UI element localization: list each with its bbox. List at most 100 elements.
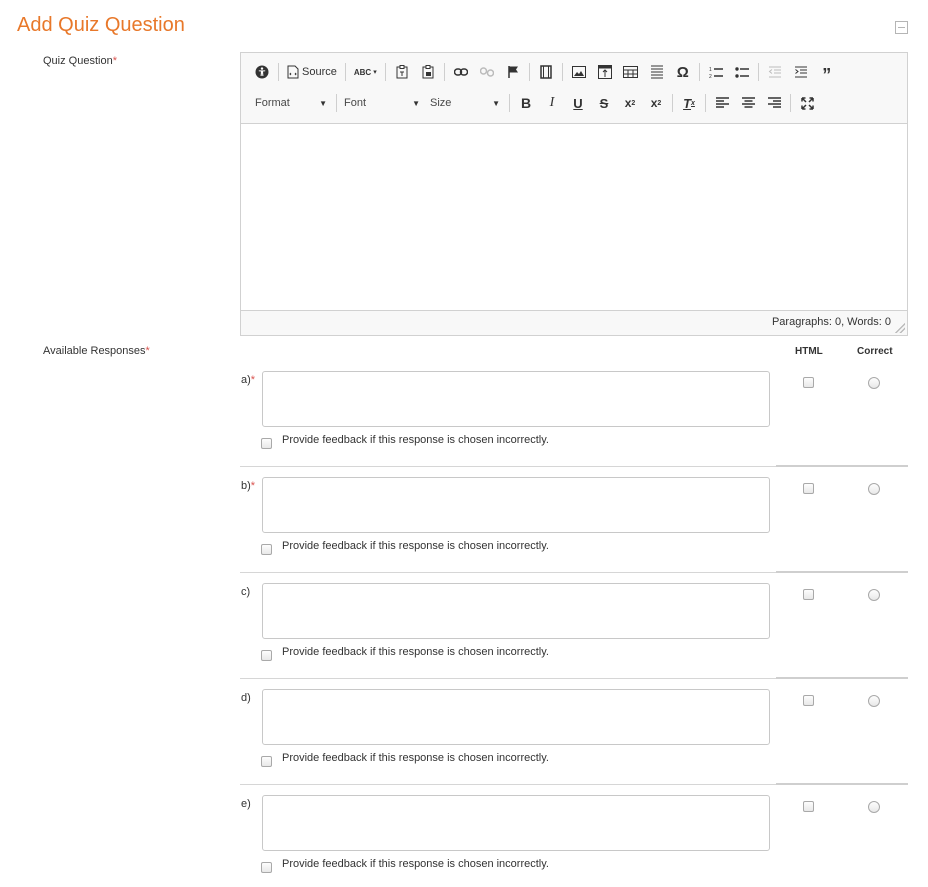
bold-icon[interactable]: B xyxy=(515,92,537,114)
response-letter: a) xyxy=(241,374,251,386)
chevron-down-icon: ▼ xyxy=(412,98,420,108)
response-e-input[interactable] xyxy=(262,795,770,851)
editor-status-bar: Paragraphs: 0, Words: 0 xyxy=(241,310,907,335)
response-e-feedback-checkbox[interactable] xyxy=(261,862,272,873)
response-c-feedback-label: Provide feedback if this response is cho… xyxy=(282,646,549,658)
correct-column-header: Correct xyxy=(857,346,893,357)
remove-format-icon[interactable]: Tx xyxy=(678,92,700,114)
outdent-icon[interactable] xyxy=(764,61,786,83)
response-a-input[interactable] xyxy=(262,371,770,427)
response-c-correct-radio[interactable] xyxy=(868,589,880,601)
anchor-flag-icon[interactable] xyxy=(502,61,524,83)
response-a-html-checkbox[interactable] xyxy=(803,377,814,388)
italic-icon[interactable]: I xyxy=(541,92,563,114)
numbered-list-icon[interactable]: 12 xyxy=(705,61,727,83)
divider-accent xyxy=(776,677,908,679)
response-b-input[interactable] xyxy=(262,477,770,533)
toolbar-row-2: Format ▼ Font ▼ Size ▼ B I U S x2 x2 Tx xyxy=(253,92,822,114)
response-d-input[interactable] xyxy=(262,689,770,745)
response-d-html-checkbox[interactable] xyxy=(803,695,814,706)
page-title: Add Quiz Question xyxy=(17,14,185,36)
superscript-icon[interactable]: x2 xyxy=(645,92,667,114)
underline-icon[interactable]: U xyxy=(567,92,589,114)
align-center-icon[interactable] xyxy=(737,92,759,114)
response-letter: d) xyxy=(241,692,251,704)
svg-text:1: 1 xyxy=(709,67,712,73)
response-letter: c) xyxy=(241,586,251,598)
paste-text-icon[interactable] xyxy=(391,61,413,83)
format-dropdown-label: Format xyxy=(255,97,290,109)
align-left-icon[interactable] xyxy=(711,92,733,114)
video-icon[interactable] xyxy=(535,61,557,83)
response-c-feedback-checkbox[interactable] xyxy=(261,650,272,661)
divider-accent xyxy=(776,571,908,573)
svg-text:2: 2 xyxy=(709,74,712,79)
maximize-icon[interactable] xyxy=(796,92,818,114)
quiz-question-editor: Source ABC ▾ Ω 1 2 ” Format ▼ Font ▼ Siz… xyxy=(240,52,908,336)
blockquote-icon[interactable]: ” xyxy=(816,61,838,84)
bulleted-list-icon[interactable] xyxy=(731,61,753,83)
response-c-letter: c) xyxy=(241,586,250,598)
unlink-icon[interactable] xyxy=(476,61,498,83)
response-d-feedback-checkbox[interactable] xyxy=(261,756,272,767)
response-d-correct-radio[interactable] xyxy=(868,695,880,707)
required-mark: * xyxy=(145,345,150,357)
response-c-input[interactable] xyxy=(262,583,770,639)
required-mark: * xyxy=(250,480,256,492)
chevron-down-icon: ▼ xyxy=(319,98,327,108)
response-b-correct-radio[interactable] xyxy=(868,483,880,495)
response-a-letter: a)* xyxy=(241,374,255,386)
toolbar-row-1: Source ABC ▾ Ω 1 2 ” xyxy=(251,61,842,84)
divider-accent xyxy=(776,465,908,467)
quiz-question-label: Quiz Question* xyxy=(43,55,117,67)
response-e-feedback-label: Provide feedback if this response is cho… xyxy=(282,858,549,870)
subscript-icon[interactable]: x2 xyxy=(619,92,641,114)
editor-toolbar: Source ABC ▾ Ω 1 2 ” Format ▼ Font ▼ Siz… xyxy=(241,53,907,124)
size-dropdown-label: Size xyxy=(430,97,452,109)
available-responses-label-text: Available Responses xyxy=(43,345,146,357)
response-e-correct-radio[interactable] xyxy=(868,801,880,813)
response-e-letter: e) xyxy=(241,798,251,810)
format-dropdown[interactable]: Format ▼ xyxy=(253,92,329,114)
accessibility-icon[interactable] xyxy=(251,61,273,83)
font-dropdown[interactable]: Font ▼ xyxy=(342,92,422,114)
template-icon[interactable] xyxy=(594,61,616,83)
response-b-html-checkbox[interactable] xyxy=(803,483,814,494)
size-dropdown[interactable]: Size ▼ xyxy=(428,92,502,114)
table-icon[interactable] xyxy=(620,61,642,83)
word-count-status: Paragraphs: 0, Words: 0 xyxy=(771,316,891,328)
align-right-icon[interactable] xyxy=(763,92,785,114)
divider-accent xyxy=(776,783,908,785)
response-a-feedback-label: Provide feedback if this response is cho… xyxy=(282,434,549,446)
chevron-down-icon: ▼ xyxy=(492,98,500,108)
response-letter: e) xyxy=(241,798,251,810)
response-a-correct-radio[interactable] xyxy=(868,377,880,389)
response-b-feedback-checkbox[interactable] xyxy=(261,544,272,555)
resize-grip-icon[interactable] xyxy=(895,323,905,333)
source-button-label: Source xyxy=(302,66,337,78)
required-mark: * xyxy=(112,55,117,67)
collapse-minus-icon[interactable] xyxy=(895,21,908,34)
response-b-letter: b)* xyxy=(241,480,255,492)
html-column-header: HTML xyxy=(795,346,823,357)
response-d-letter: d) xyxy=(241,692,251,704)
available-responses-label: Available Responses* xyxy=(43,345,150,357)
font-dropdown-label: Font xyxy=(344,97,367,109)
strikethrough-icon[interactable]: S xyxy=(593,92,615,114)
horizontal-line-icon[interactable] xyxy=(646,61,668,83)
response-letter: b) xyxy=(241,480,251,492)
link-icon[interactable] xyxy=(450,61,472,83)
response-c-html-checkbox[interactable] xyxy=(803,589,814,600)
required-mark: * xyxy=(250,374,256,386)
response-d-feedback-label: Provide feedback if this response is cho… xyxy=(282,752,549,764)
response-b-feedback-label: Provide feedback if this response is cho… xyxy=(282,540,549,552)
special-char-icon[interactable]: Ω xyxy=(672,61,694,83)
indent-icon[interactable] xyxy=(790,61,812,83)
response-e-html-checkbox[interactable] xyxy=(803,801,814,812)
spellcheck-icon[interactable]: ABC ▾ xyxy=(351,61,380,83)
source-button[interactable]: Source xyxy=(284,61,340,83)
editor-content-area[interactable] xyxy=(241,124,907,311)
image-icon[interactable] xyxy=(568,61,590,83)
paste-word-icon[interactable] xyxy=(417,61,439,83)
response-a-feedback-checkbox[interactable] xyxy=(261,438,272,449)
